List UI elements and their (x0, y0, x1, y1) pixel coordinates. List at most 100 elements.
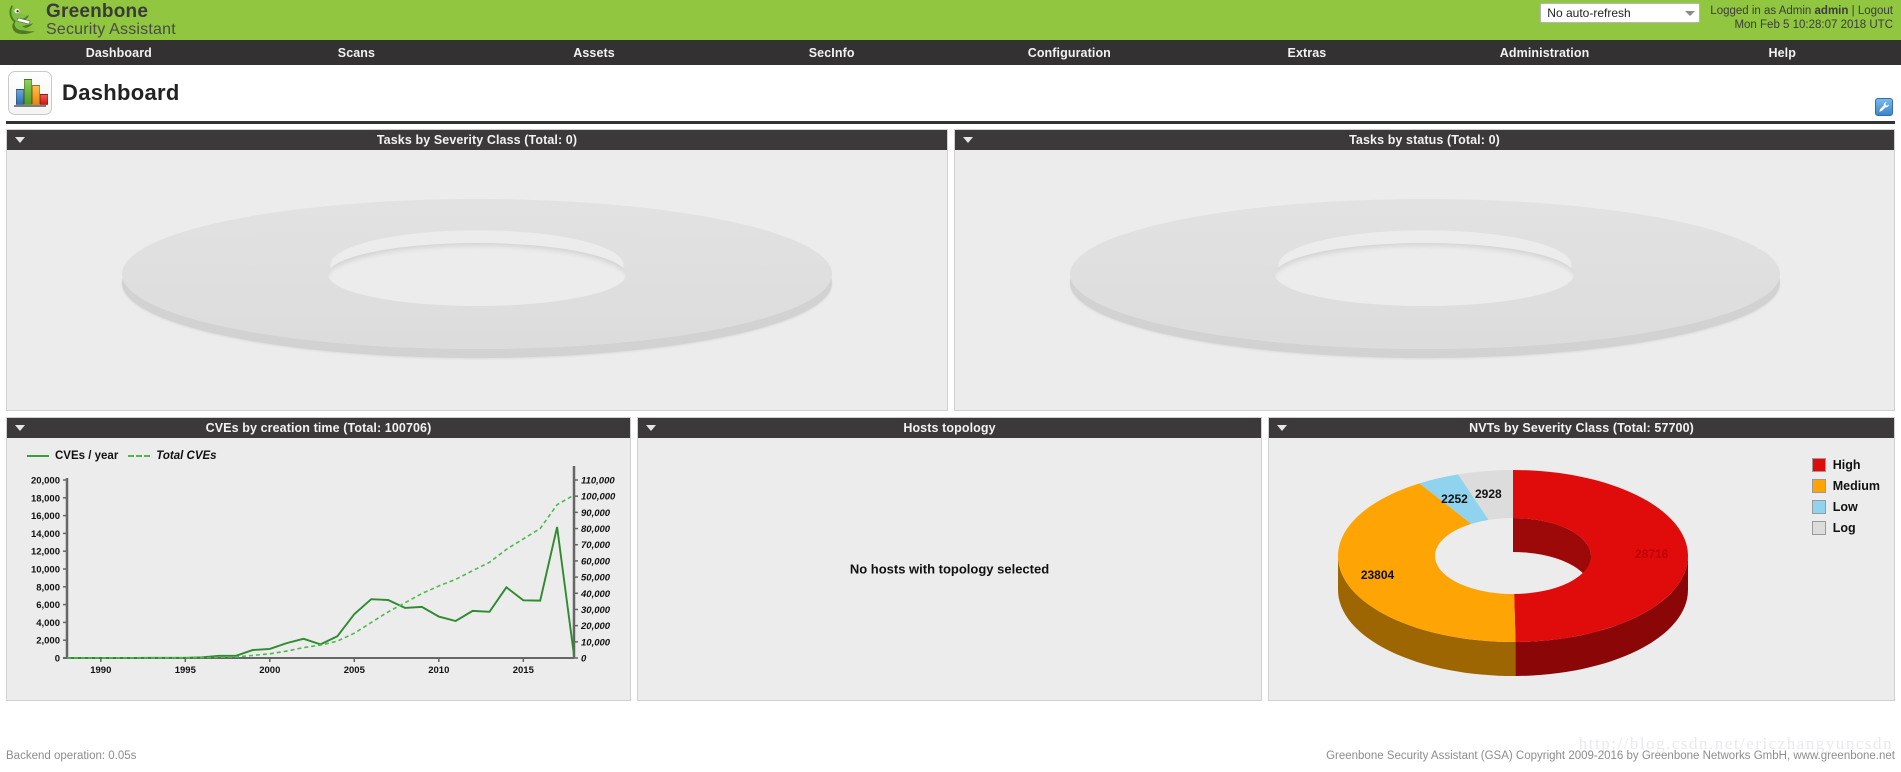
logged-in-label: Logged in as Admin (1710, 5, 1812, 17)
svg-text:6,000: 6,000 (36, 600, 60, 611)
svg-text:30,000: 30,000 (581, 605, 611, 616)
svg-text:1995: 1995 (175, 665, 197, 676)
nav-item-configuration[interactable]: Configuration (951, 46, 1189, 60)
login-info: Logged in as Admin admin | Logout Mon Fe… (1710, 3, 1893, 32)
main-navigation: Dashboard Scans Assets SecInfo Configura… (0, 40, 1901, 65)
auto-refresh-select[interactable]: No auto-refresh (1540, 3, 1701, 23)
login-separator: | (1851, 5, 1855, 17)
copyright-text: Greenbone Security Assistant (GSA) Copyr… (1326, 750, 1895, 762)
legend-label: Low (1832, 499, 1858, 514)
dashboard-grid: Tasks by Severity Class (Total: 0) Tasks… (0, 124, 1901, 701)
triangle-down-icon[interactable] (15, 425, 25, 431)
donut-hole (327, 242, 627, 306)
panel-header: Tasks by Severity Class (Total: 0) (7, 130, 947, 150)
svg-text:0: 0 (55, 654, 60, 665)
legend-item-medium[interactable]: Medium (1811, 475, 1880, 496)
legend-swatch-high (1811, 457, 1826, 472)
server-time: Mon Feb 5 10:28:07 2018 UTC (1734, 19, 1893, 31)
brand-line-1: Greenbone (46, 1, 149, 22)
panel-body (955, 150, 1894, 410)
panel-header: NVTs by Severity Class (Total: 57700) (1269, 418, 1894, 438)
top-bar: Greenbone Security Assistant No auto-ref… (0, 0, 1901, 40)
svg-text:20,000: 20,000 (580, 621, 611, 632)
panel-header: Tasks by status (Total: 0) (955, 130, 1894, 150)
svg-text:18,000: 18,000 (31, 493, 60, 504)
panel-tasks-by-severity: Tasks by Severity Class (Total: 0) (6, 129, 948, 411)
panel-body: 28716 23804 2252 2928 High Medium Low Lo… (1269, 438, 1894, 700)
triangle-down-icon[interactable] (1277, 425, 1287, 431)
slice-label-medium: 23804 (1360, 567, 1395, 582)
triangle-down-icon[interactable] (646, 425, 656, 431)
panel-tasks-by-status: Tasks by status (Total: 0) (954, 129, 1895, 411)
slice-label-high: 28716 (1634, 547, 1669, 562)
nav-item-dashboard[interactable]: Dashboard (0, 46, 238, 60)
page-title: Dashboard (62, 80, 180, 105)
donut-ring (1069, 199, 1780, 349)
panel-title: Tasks by Severity Class (Total: 0) (376, 133, 578, 147)
empty-donut-chart (122, 199, 832, 349)
chart-baseline (14, 105, 46, 107)
brand-line-2: Security Assistant (46, 21, 176, 38)
nav-item-secinfo[interactable]: SecInfo (713, 46, 951, 60)
legend-item-high[interactable]: High (1811, 454, 1880, 475)
bar-green (24, 79, 32, 105)
svg-text:110,000: 110,000 (581, 476, 615, 487)
footer: http://blog.csdn.net/ericzhangyuncsdn Ba… (0, 734, 1901, 772)
donut-ring (122, 199, 832, 349)
svg-text:50,000: 50,000 (581, 573, 611, 584)
svg-text:1990: 1990 (90, 665, 111, 676)
logout-link[interactable]: Logout (1858, 5, 1893, 17)
panel-nvts-by-severity: NVTs by Severity Class (Total: 57700) 28… (1268, 417, 1895, 701)
panel-cves-by-creation-time: CVEs by creation time (Total: 100706) CV… (6, 417, 631, 701)
panel-body (7, 150, 947, 410)
bar-chart-icon (8, 71, 52, 115)
wrench-icon[interactable] (1875, 98, 1893, 116)
triangle-down-icon[interactable] (15, 137, 25, 143)
nav-item-scans[interactable]: Scans (238, 46, 476, 60)
svg-text:40,000: 40,000 (580, 589, 611, 600)
bar-blue (16, 89, 24, 105)
nav-item-assets[interactable]: Assets (475, 46, 713, 60)
svg-text:2005: 2005 (344, 665, 366, 676)
svg-text:4,000: 4,000 (36, 618, 60, 629)
svg-text:0: 0 (581, 654, 587, 665)
legend-label: Log (1832, 520, 1856, 535)
svg-text:2000: 2000 (259, 665, 280, 676)
triangle-down-icon[interactable] (963, 137, 973, 143)
panel-hosts-topology: Hosts topology No hosts with topology se… (637, 417, 1262, 701)
svg-text:20,000: 20,000 (31, 476, 60, 487)
bar-red (40, 94, 48, 105)
legend-swatch-low (1811, 499, 1826, 514)
nvt-donut-chart (1338, 470, 1689, 676)
legend-swatch-log (1811, 520, 1826, 535)
svg-text:12,000: 12,000 (31, 547, 60, 558)
nav-item-help[interactable]: Help (1663, 46, 1901, 60)
svg-text:8,000: 8,000 (36, 582, 60, 593)
svg-text:60,000: 60,000 (581, 556, 611, 567)
svg-text:2,000: 2,000 (36, 636, 60, 647)
cve-line-chart: 0 2,000 4,000 6,000 8,000 10,000 12,000 14,000 1… (31, 466, 616, 676)
backend-operation-text: Backend operation: 0.05s (6, 750, 137, 762)
svg-text:2015: 2015 (513, 665, 535, 676)
page-header: Dashboard (0, 65, 1901, 121)
svg-text:2010: 2010 (428, 665, 449, 676)
auto-refresh-value: No auto-refresh (1547, 6, 1631, 20)
brand: Greenbone Security Assistant (0, 0, 176, 39)
brand-text: Greenbone Security Assistant (46, 2, 176, 38)
dashboard-row-2: CVEs by creation time (Total: 100706) CV… (6, 417, 1895, 701)
empty-donut-chart (1069, 199, 1780, 349)
slice-label-log: 2928 (1474, 486, 1502, 501)
nav-item-administration[interactable]: Administration (1426, 46, 1664, 60)
panel-body: No hosts with topology selected (638, 438, 1261, 700)
nav-item-extras[interactable]: Extras (1188, 46, 1426, 60)
svg-text:14,000: 14,000 (31, 529, 60, 540)
legend-label: High (1832, 457, 1861, 472)
panel-title: CVEs by creation time (Total: 100706) (205, 421, 432, 435)
legend-item-log[interactable]: Log (1811, 517, 1880, 538)
legend-item-low[interactable]: Low (1811, 496, 1880, 517)
svg-text:10,000: 10,000 (581, 637, 611, 648)
greenbone-dragon-logo (6, 1, 40, 39)
panel-title: Tasks by status (Total: 0) (1349, 133, 1500, 147)
panel-header: Hosts topology (638, 418, 1261, 438)
login-username: admin (1814, 5, 1849, 17)
